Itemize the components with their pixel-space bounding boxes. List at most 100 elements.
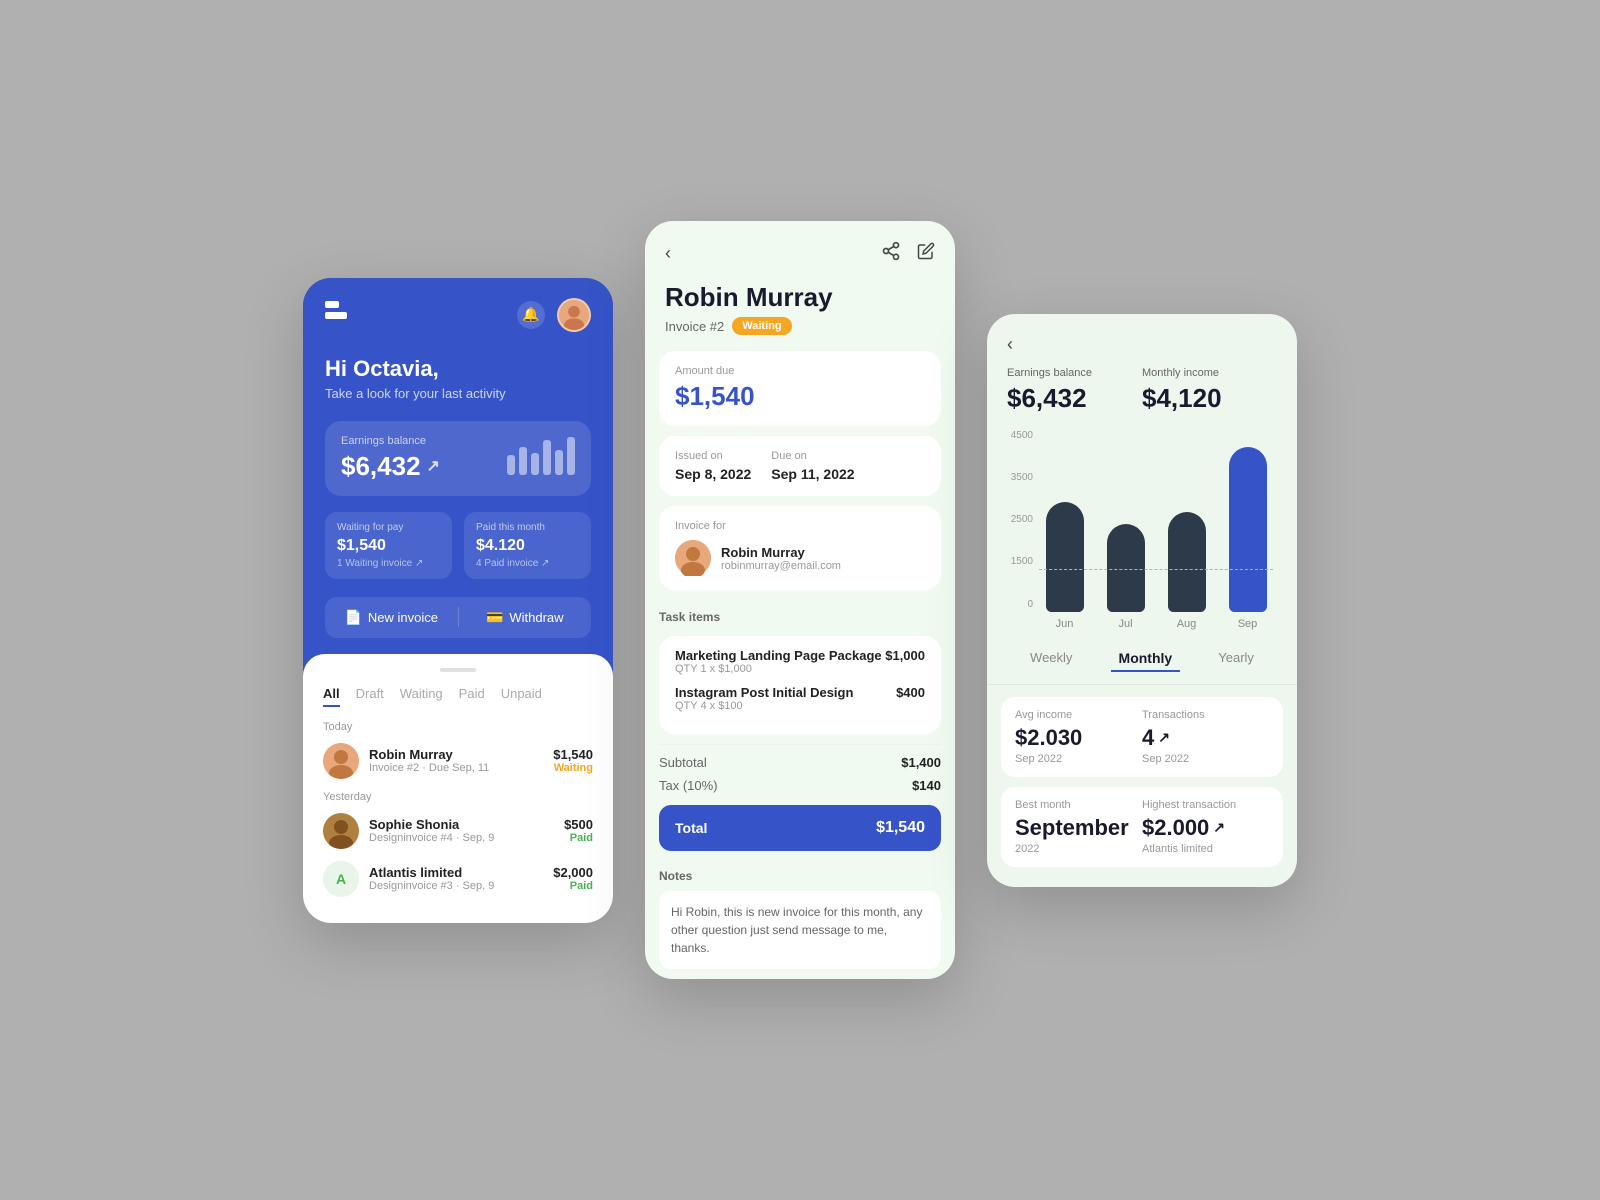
invoice-icon: 📄 — [344, 609, 361, 626]
notification-bell-icon[interactable]: 🔔 — [517, 301, 545, 329]
task-item-1: Marketing Landing Page Package QTY 1 x $… — [675, 648, 925, 675]
due-value: Sep 11, 2022 — [771, 466, 854, 482]
bottom-analytics: Avg income $2.030 Sep 2022 Transactions … — [987, 685, 1297, 867]
paid-sub: 4 Paid invoice ↗ — [476, 558, 579, 569]
robin-name: Robin Murray — [369, 747, 543, 762]
highest-transaction-stat: Highest transaction $2.000 ↗ Atlantis li… — [1142, 799, 1269, 855]
sophie-status: Paid — [564, 832, 593, 844]
bar-aug: Aug — [1161, 512, 1212, 630]
list-item[interactable]: Sophie Shonia Designinvoice #4 · Sep, 9 … — [323, 813, 593, 849]
invoice-for-label: Invoice for — [675, 520, 925, 532]
card3-topbar: ‹ — [987, 314, 1297, 367]
y-label-2500: 2500 — [1011, 514, 1033, 525]
best-month-label: Best month — [1015, 799, 1142, 811]
robin-avatar — [323, 743, 359, 779]
filter-tabs: All Draft Waiting Paid Unpaid — [323, 686, 593, 707]
earnings-stat: Earnings balance $6,432 — [1007, 367, 1142, 414]
best-month-sub: 2022 — [1015, 843, 1142, 855]
person-details: Robin Murray robinmurray@email.com — [721, 545, 841, 572]
total-label: Total — [675, 820, 707, 836]
invoice-detail-card: ‹ Robin Murray Invoice #2 Waiting Amount… — [645, 221, 955, 979]
atlantis-sub: Designinvoice #3 · Sep, 9 — [369, 880, 543, 892]
amount-card: Amount due $1,540 — [659, 351, 941, 426]
dashboard-card: 🔔 Hi Octavia, Take a look for your last … — [303, 278, 613, 923]
card2-topbar: ‹ — [645, 221, 955, 274]
task-section: Task items — [645, 600, 955, 636]
bar-1 — [507, 455, 515, 475]
earnings-value: $6,432 ↗ — [341, 451, 440, 482]
mini-bar-chart — [507, 435, 575, 475]
subtotal-label: Subtotal — [659, 755, 707, 770]
yesterday-label: Yesterday — [323, 791, 593, 803]
greeting-text: Hi Octavia, — [325, 356, 591, 382]
avg-income-sub: Sep 2022 — [1015, 753, 1142, 765]
robin-amount-col: $1,540 Waiting — [553, 747, 593, 774]
analytics-card: ‹ Earnings balance $6,432 Monthly income… — [987, 314, 1297, 887]
bar-sep-rect — [1229, 447, 1267, 612]
tax-row: Tax (10%) $140 — [645, 774, 955, 797]
atlantis-amount: $2,000 — [553, 865, 593, 880]
list-item[interactable]: A Atlantis limited Designinvoice #3 · Se… — [323, 861, 593, 897]
tab-weekly[interactable]: Weekly — [1022, 646, 1080, 672]
tab-waiting[interactable]: Waiting — [400, 686, 443, 707]
analytics-stats-row: Earnings balance $6,432 Monthly income $… — [987, 367, 1297, 430]
share-icon[interactable] — [881, 241, 901, 266]
list-item[interactable]: Robin Murray Invoice #2 · Due Sep, 11 $1… — [323, 743, 593, 779]
tab-all[interactable]: All — [323, 686, 340, 707]
earnings-label: Earnings balance — [341, 435, 440, 447]
best-month-value: September — [1015, 815, 1142, 841]
stats-row: Waiting for pay $1,540 1 Waiting invoice… — [325, 512, 591, 579]
highest-arrow-icon: ↗ — [1213, 819, 1225, 836]
task-1-qty: QTY 1 x $1,000 — [675, 663, 882, 675]
bar-jun: Jun — [1039, 502, 1090, 630]
bar-jul-label: Jul — [1118, 618, 1132, 630]
tab-unpaid[interactable]: Unpaid — [501, 686, 542, 707]
robin-info: Robin Murray Invoice #2 · Due Sep, 11 — [369, 747, 543, 774]
due-col: Due on Sep 11, 2022 — [771, 450, 854, 482]
new-invoice-button[interactable]: 📄 New invoice — [325, 597, 458, 638]
tab-draft[interactable]: Draft — [356, 686, 384, 707]
paid-label: Paid this month — [476, 522, 579, 533]
sophie-amount-col: $500 Paid — [564, 817, 593, 844]
tab-monthly[interactable]: Monthly — [1111, 646, 1181, 672]
person-avatar — [675, 540, 711, 576]
tax-label: Tax (10%) — [659, 778, 718, 793]
robin-amount: $1,540 — [553, 747, 593, 762]
invoice-list: All Draft Waiting Paid Unpaid Today Robi… — [303, 654, 613, 923]
tab-yearly[interactable]: Yearly — [1210, 646, 1262, 672]
back-button[interactable]: ‹ — [665, 243, 671, 264]
withdraw-label: Withdraw — [509, 610, 563, 625]
best-month-row: Best month September 2022 Highest transa… — [1001, 787, 1283, 867]
task-2-info: Instagram Post Initial Design QTY 4 x $1… — [675, 685, 853, 712]
issued-col: Issued on Sep 8, 2022 — [675, 450, 751, 482]
y-label-3500: 3500 — [1011, 472, 1033, 483]
paid-value: $4.120 — [476, 537, 579, 555]
y-label-1500: 1500 — [1011, 556, 1033, 567]
waiting-sub: 1 Waiting invoice ↗ — [337, 558, 440, 569]
dates-row: Issued on Sep 8, 2022 Due on Sep 11, 202… — [675, 450, 925, 482]
monthly-stat: Monthly income $4,120 — [1142, 367, 1277, 414]
notes-label: Notes — [659, 869, 941, 883]
bar-sep: Sep — [1222, 447, 1273, 630]
bar-6 — [567, 437, 575, 475]
user-avatar[interactable] — [557, 298, 591, 332]
task-2-amount: $400 — [896, 685, 925, 712]
best-month-stat: Best month September 2022 — [1015, 799, 1142, 855]
client-name: Robin Murray — [645, 274, 955, 317]
tab-paid[interactable]: Paid — [459, 686, 485, 707]
back-button-3[interactable]: ‹ — [1007, 334, 1277, 355]
bar-jul: Jul — [1100, 524, 1151, 630]
transactions-value: 4 ↗ — [1142, 725, 1269, 751]
subtotal-row: Subtotal $1,400 — [645, 751, 955, 774]
dates-card: Issued on Sep 8, 2022 Due on Sep 11, 202… — [659, 436, 941, 496]
bar-jul-rect — [1107, 524, 1145, 612]
total-value: $1,540 — [876, 819, 925, 837]
earnings-arrow-icon: ↗ — [427, 456, 440, 476]
dashed-line — [1039, 569, 1273, 570]
edit-icon[interactable] — [917, 242, 935, 265]
paid-stat: Paid this month $4.120 4 Paid invoice ↗ — [464, 512, 591, 579]
task-item-2: Instagram Post Initial Design QTY 4 x $1… — [675, 685, 925, 712]
withdraw-button[interactable]: 💳 Withdraw — [459, 597, 592, 638]
sophie-avatar — [323, 813, 359, 849]
invoice-badge-row: Invoice #2 Waiting — [645, 317, 955, 351]
